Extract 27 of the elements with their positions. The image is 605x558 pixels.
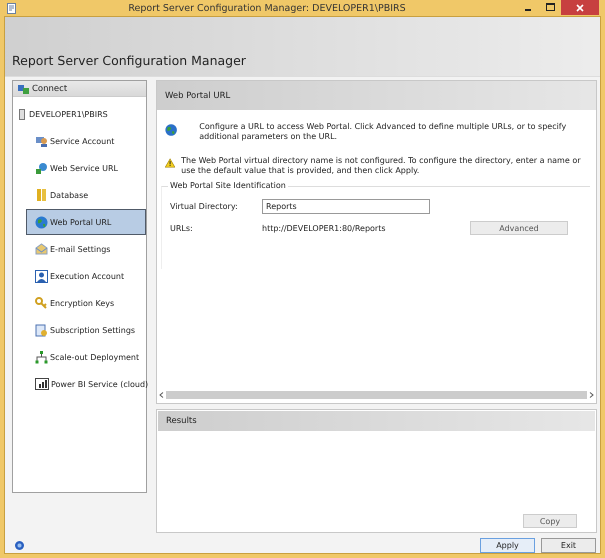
warning-text: The Web Portal virtual directory name is not configured. To configure the directory, enter a name or use the default value that is provided, and then click Apply. <box>181 156 582 176</box>
server-name: DEVELOPER1\PBIRS <box>29 110 108 118</box>
advanced-button[interactable]: Advanced <box>470 221 568 235</box>
virtual-directory-field[interactable]: Reports <box>262 198 430 214</box>
app-title: Report Server Configuration Manager <box>12 53 246 68</box>
nav-item[interactable]: Power BI Service (cloud) <box>26 371 146 397</box>
results-title: Results <box>166 416 197 426</box>
field-label: URLs: <box>170 224 194 232</box>
window-title: Report Server Configuration Manager: DEVELOPER1\PBIRS <box>127 2 407 14</box>
intro-text: Configure a URL to access Web Portal. Click Advanced to define multiple URLs, or to specify additional parameters on the URL. <box>199 122 568 142</box>
field-label: Virtual Directory: <box>170 202 239 210</box>
url-text: http://DEVELOPER1:80/Reports <box>262 224 386 232</box>
nav-item[interactable]: E-mail Settings <box>26 236 146 262</box>
page-title: Web Portal URL <box>165 90 230 100</box>
nav-item[interactable]: Scale-out Deployment <box>26 344 146 370</box>
nav-item[interactable]: Web Portal URL <box>26 209 146 235</box>
copy-button[interactable]: Copy <box>523 514 577 528</box>
nav-item[interactable]: Subscription Settings <box>26 317 146 343</box>
nav-item[interactable]: Service Account <box>26 128 146 154</box>
dialog-button[interactable]: Exit <box>541 538 596 553</box>
group-title: Web Portal Site Identification <box>168 181 288 190</box>
nav-item[interactable]: Encryption Keys <box>26 290 146 316</box>
dialog-button[interactable]: Apply <box>480 538 535 553</box>
nav-item[interactable]: Database <box>26 182 146 208</box>
connect-link[interactable]: Connect <box>32 84 68 94</box>
nav-item[interactable]: Web Service URL <box>26 155 146 181</box>
nav-item[interactable]: Execution Account <box>26 263 146 289</box>
